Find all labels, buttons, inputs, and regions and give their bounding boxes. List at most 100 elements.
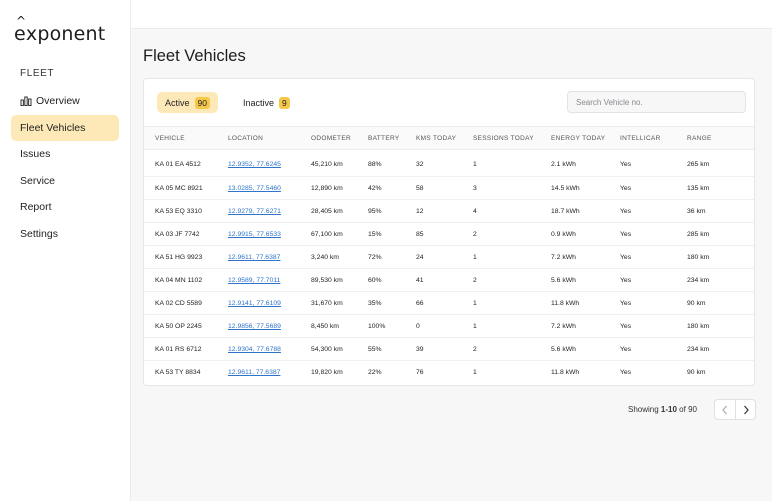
cell-intellicar: Yes xyxy=(620,368,632,376)
exponent-logo[interactable]: exponent xyxy=(14,14,105,45)
cell-kms-today: 85 xyxy=(416,222,473,246)
cell-vehicle: KA 04 MN 1102 xyxy=(144,268,228,292)
location-link[interactable]: 12.9279, 77.6271 xyxy=(228,208,281,215)
location-link[interactable]: 12.9856, 77.5689 xyxy=(228,323,281,330)
location-link[interactable]: 12.9915, 77.6533 xyxy=(228,231,281,238)
page-title: Fleet Vehicles xyxy=(143,47,246,65)
tab-label: Active xyxy=(165,97,190,108)
pagination-summary: Showing 1-10 of 90 xyxy=(628,405,697,414)
cell-intellicar: Yes xyxy=(620,176,687,200)
table-row[interactable]: KA 03 JF 7742 12.9915, 77.6533 67,100 km 15… xyxy=(144,222,754,246)
location-link[interactable]: 12.9304, 77.6788 xyxy=(228,346,281,353)
cell-kms-today: 39 xyxy=(416,337,473,361)
sidebar-item-overview[interactable]: Overview xyxy=(11,88,119,114)
cell-vehicle: KA 01 EA 4512 xyxy=(144,153,228,177)
cell-kms-today: 76 xyxy=(416,368,424,376)
cell-energy-today: 14.5 kWh xyxy=(551,176,620,200)
tab-active[interactable]: Active 90 xyxy=(157,92,218,113)
column-header-intellicar[interactable]: INTELLICAR xyxy=(620,126,687,150)
cell-sessions-today: 1 xyxy=(473,245,551,269)
bar-chart-icon xyxy=(20,96,32,106)
search-input[interactable] xyxy=(567,91,746,113)
sidebar-item-label: Issues xyxy=(20,148,51,160)
column-header-vehicle[interactable]: VEHICLE xyxy=(144,126,228,150)
sidebar-nav: Overview Fleet Vehicles Issues Service R… xyxy=(11,88,119,247)
cell-energy-today: 5.6 kWh xyxy=(551,337,620,361)
cell-range: 265 km xyxy=(687,153,754,177)
cell-location: 12.9856, 77.5689 xyxy=(228,314,311,338)
table-row[interactable]: KA 50 OP 2245 12.9856, 77.5689 8,450 km 100… xyxy=(144,314,754,338)
cell-location: 12.9304, 77.6788 xyxy=(228,337,311,361)
column-header-kms-today[interactable]: KMS TODAY xyxy=(416,126,473,150)
cell-sessions-today: 1 xyxy=(473,153,551,177)
table-row[interactable]: KA 02 CD 5589 12.9141, 77.6109 31,670 km 35… xyxy=(144,291,754,315)
column-header-energy-today[interactable]: ENERGY TODAY xyxy=(551,126,620,150)
cell-odometer: 89,530 km xyxy=(311,268,368,292)
cell-battery: 55% xyxy=(368,337,416,361)
sidebar-item-issues[interactable]: Issues xyxy=(11,141,119,167)
column-header-odometer[interactable]: ODOMETER xyxy=(311,126,368,150)
location-link[interactable]: 13.0285, 77.5460 xyxy=(228,185,281,192)
column-header-battery[interactable]: BATTERY xyxy=(368,126,416,150)
cell-energy-today: 5.6 kWh xyxy=(551,268,620,292)
cell-vehicle: KA 51 HG 9923 xyxy=(144,245,228,269)
prev-page-button[interactable] xyxy=(715,400,735,419)
cell-kms-today: 41 xyxy=(416,268,473,292)
location-link[interactable]: 12.9589, 77.7011 xyxy=(228,277,280,284)
cell-range: 285 km xyxy=(687,222,754,246)
cell-battery: 95% xyxy=(368,199,416,223)
location-link[interactable]: 12.9352, 77.6245 xyxy=(228,161,281,168)
cell-odometer: 45,210 km xyxy=(311,153,368,177)
cell-intellicar: Yes xyxy=(620,153,687,177)
cell-battery: 35% xyxy=(368,291,416,315)
location-link[interactable]: 12.9141, 77.6109 xyxy=(228,300,281,307)
sidebar-item-report[interactable]: Report xyxy=(11,194,119,220)
sidebar-section-label: FLEET xyxy=(20,68,55,79)
count-badge: 9 xyxy=(279,96,290,109)
sidebar-item-label: Fleet Vehicles xyxy=(20,121,86,134)
cell-range: 135 km xyxy=(687,176,754,200)
cell-range: 234 km xyxy=(687,268,754,292)
cell-battery: 60% xyxy=(368,268,416,292)
table-row[interactable]: KA 53 TY 8834 12.9611, 77.6387 19,820 km 22… xyxy=(144,361,754,384)
cell-intellicar: Yes xyxy=(620,222,687,246)
sidebar-item-fleet-vehicles[interactable]: Fleet Vehicles xyxy=(11,114,119,141)
cell-location: 13.0285, 77.5460 xyxy=(228,176,311,200)
sidebar-item-service[interactable]: Service xyxy=(11,168,119,194)
sidebar: exponent FLEET Overview Fleet Vehicles I… xyxy=(0,0,131,501)
cell-vehicle: KA 50 OP 2245 xyxy=(144,314,228,338)
vehicles-table: VEHICLE LOCATION ODOMETER BATTERY KMS TO… xyxy=(144,126,754,384)
table-row[interactable]: KA 01 EA 4512 12.9352, 77.6245 45,210 km 88… xyxy=(144,153,754,177)
column-header-sessions-today[interactable]: SESSIONS TODAY xyxy=(473,126,551,150)
cell-kms-today: 58 xyxy=(416,176,473,200)
cell-odometer: 19,820 km xyxy=(311,368,343,376)
location-link[interactable]: 12.9611, 77.6387 xyxy=(228,369,280,376)
cell-energy-today: 18.7 kWh xyxy=(551,199,620,223)
column-header-location[interactable]: LOCATION xyxy=(228,126,311,150)
cell-battery: 15% xyxy=(368,222,416,246)
tab-inactive[interactable]: Inactive 9 xyxy=(235,92,298,113)
cell-kms-today: 32 xyxy=(416,153,473,177)
table-row[interactable]: KA 05 MC 8921 13.0285, 77.5460 12,890 km 42… xyxy=(144,176,754,200)
table-row[interactable]: KA 04 MN 1102 12.9589, 77.7011 89,530 km 60… xyxy=(144,268,754,292)
cell-intellicar: Yes xyxy=(620,314,687,338)
table-row[interactable]: KA 51 HG 9923 12.9611, 77.6387 3,240 km 72%… xyxy=(144,245,754,269)
sidebar-item-settings[interactable]: Settings xyxy=(11,221,119,247)
top-bar xyxy=(131,0,772,29)
vehicles-card: Active 90 Inactive 9 VEHICLE LOCATION OD… xyxy=(143,78,755,386)
cell-odometer: 3,240 km xyxy=(311,245,368,269)
table-row[interactable]: KA 01 RS 6712 12.9304, 77.6788 54,300 km 55… xyxy=(144,337,754,361)
column-header-range[interactable]: RANGE xyxy=(687,126,754,150)
cell-sessions-today: 2 xyxy=(473,337,551,361)
chevron-left-icon xyxy=(722,405,727,414)
cell-location: 12.9611, 77.6387 xyxy=(228,361,311,384)
cell-battery: 42% xyxy=(368,176,416,200)
next-page-button[interactable] xyxy=(735,400,755,419)
location-link[interactable]: 12.9611, 77.6387 xyxy=(228,254,280,261)
cell-location: 12.9915, 77.6533 xyxy=(228,222,311,246)
table-row[interactable]: KA 53 EQ 3310 12.9279, 77.6271 28,405 km 95… xyxy=(144,199,754,223)
cell-sessions-today: 1 xyxy=(473,368,477,376)
cell-energy-today: 11.8 kWh xyxy=(551,368,580,376)
sidebar-item-label: Service xyxy=(20,174,56,187)
cell-odometer: 8,450 km xyxy=(311,314,368,338)
